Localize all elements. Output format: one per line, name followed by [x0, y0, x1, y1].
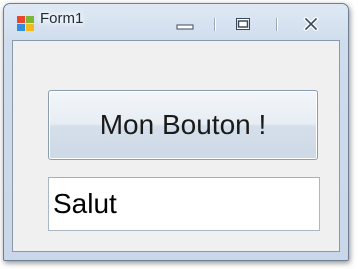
salut-textbox[interactable] — [48, 177, 320, 231]
close-button[interactable] — [298, 14, 324, 34]
caption-separator — [214, 18, 216, 31]
caption-separator — [276, 18, 278, 31]
close-icon — [303, 17, 319, 31]
title-bar[interactable]: Form1 — [4, 4, 348, 40]
window-title: Form1 — [40, 10, 84, 27]
app-icon[interactable] — [17, 16, 34, 31]
minimize-button[interactable] — [172, 14, 198, 34]
maximize-button[interactable] — [230, 14, 256, 34]
minimize-icon — [176, 24, 194, 30]
mon-bouton-button[interactable]: Mon Bouton ! — [48, 90, 318, 160]
maximize-icon — [236, 18, 250, 30]
